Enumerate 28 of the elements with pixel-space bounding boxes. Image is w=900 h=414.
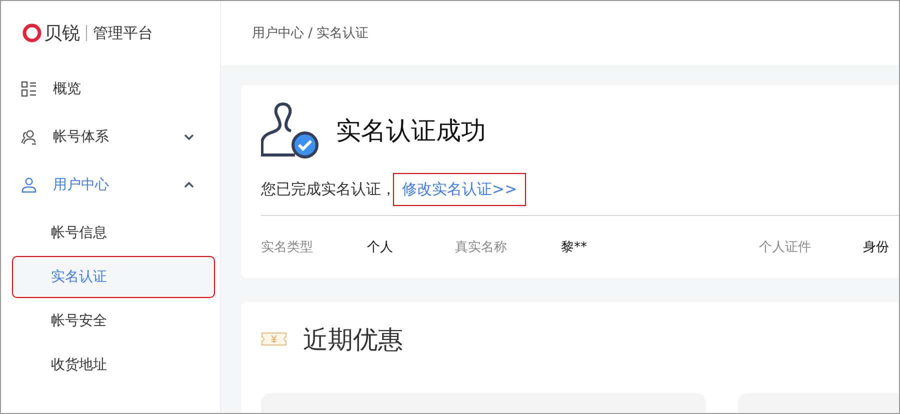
verified-user-icon [261, 101, 319, 159]
field-value: 个人 [367, 239, 393, 256]
users-icon [21, 129, 37, 145]
sidebar-subitem[interactable]: 帐号安全 [13, 301, 214, 341]
success-title: 实名认证成功 [336, 114, 486, 146]
coupon-icon [261, 332, 287, 346]
platform-name: 管理平台 [93, 24, 153, 42]
sidebar-subitem[interactable]: 收货地址 [13, 345, 214, 385]
logo-icon [22, 23, 42, 43]
field-label: 实名类型 [261, 239, 313, 256]
sidebar-item[interactable]: 用户中心 [1, 161, 220, 209]
field-label: 真实名称 [455, 239, 507, 256]
sidebar-subitem[interactable]: 实名认证 [13, 257, 214, 297]
grid-icon [21, 81, 37, 97]
caret-icon [184, 134, 194, 140]
status-message: 您已完成实名认证， [261, 180, 396, 199]
edit-verification-link[interactable]: 修改实名认证>> [394, 174, 526, 205]
offers-title: 近期优惠 [303, 324, 403, 356]
user-icon [21, 177, 37, 193]
sidebar-item[interactable]: 帐号体系 [1, 113, 220, 161]
caret-icon [184, 182, 194, 188]
field-value: 黎** [561, 239, 587, 256]
breadcrumb: 用户中心 / 实名认证 [252, 25, 369, 42]
sidebar-subitem[interactable]: 帐号信息 [13, 213, 214, 253]
sidebar-item[interactable]: 概览 [1, 65, 220, 113]
field-label: 个人证件 [759, 239, 811, 256]
brand-name: 贝锐 [44, 22, 80, 45]
field-value: 身份 [863, 239, 889, 256]
